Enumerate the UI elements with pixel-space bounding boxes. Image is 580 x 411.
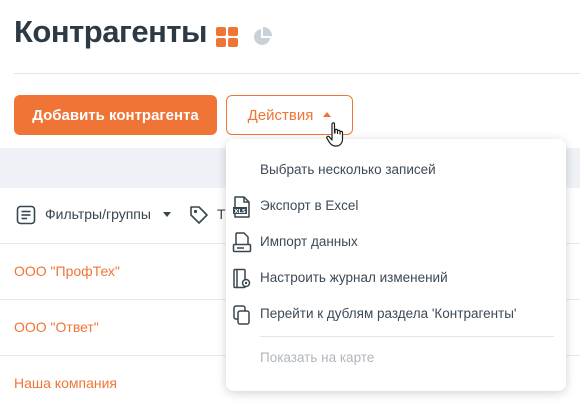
- menu-item-export-excel[interactable]: XLS Экспорт в Excel: [226, 193, 566, 221]
- menu-item-label: Показать на карте: [260, 350, 375, 365]
- filters-groups-button[interactable]: Фильтры/группы: [45, 206, 151, 222]
- changelog-settings-icon: [233, 268, 251, 289]
- chevron-down-icon[interactable]: [163, 212, 171, 217]
- actions-dropdown-menu: Выбрать несколько записей XLS Экспорт в …: [226, 139, 566, 391]
- menu-item-duplicates[interactable]: Перейти к дублям раздела 'Контрагенты': [226, 301, 566, 329]
- counterparty-link[interactable]: ООО "Ответ": [14, 319, 99, 335]
- menu-item-label: Настроить журнал изменений: [260, 270, 448, 285]
- menu-item-show-on-map: Показать на карте: [226, 345, 566, 373]
- page-title: Контрагенты: [14, 14, 207, 49]
- pie-chart-icon[interactable]: [252, 27, 272, 47]
- import-icon: [232, 232, 252, 253]
- hand-pointer-icon: [326, 122, 344, 147]
- menu-item-label: Импорт данных: [260, 234, 358, 249]
- tag-icon[interactable]: [188, 204, 210, 226]
- duplicates-icon: [233, 305, 250, 325]
- menu-item-label: Экспорт в Excel: [260, 198, 359, 213]
- add-counterparty-label: Добавить контрагента: [32, 106, 199, 124]
- menu-item-label: Перейти к дублям раздела 'Контрагенты': [260, 306, 517, 321]
- actions-label: Действия: [247, 106, 314, 124]
- tags-button[interactable]: Т: [217, 206, 226, 222]
- grid-view-icon[interactable]: [216, 27, 238, 47]
- header-divider: [14, 73, 580, 74]
- add-counterparty-button[interactable]: Добавить контрагента: [14, 95, 217, 135]
- menu-item-changelog-settings[interactable]: Настроить журнал изменений: [226, 265, 566, 293]
- menu-divider: [260, 336, 554, 337]
- xls-badge: XLS: [234, 209, 246, 215]
- caret-up-icon: [323, 112, 332, 117]
- counterparty-link[interactable]: ООО "ПрофТех": [14, 263, 120, 279]
- menu-item-label: Выбрать несколько записей: [260, 162, 436, 177]
- counterparty-link[interactable]: Наша компания: [14, 375, 117, 391]
- menu-item-import-data[interactable]: Импорт данных: [226, 229, 566, 257]
- menu-item-select-multiple[interactable]: Выбрать несколько записей: [226, 157, 566, 185]
- xls-file-icon: XLS: [233, 196, 250, 218]
- filters-icon[interactable]: [16, 205, 36, 225]
